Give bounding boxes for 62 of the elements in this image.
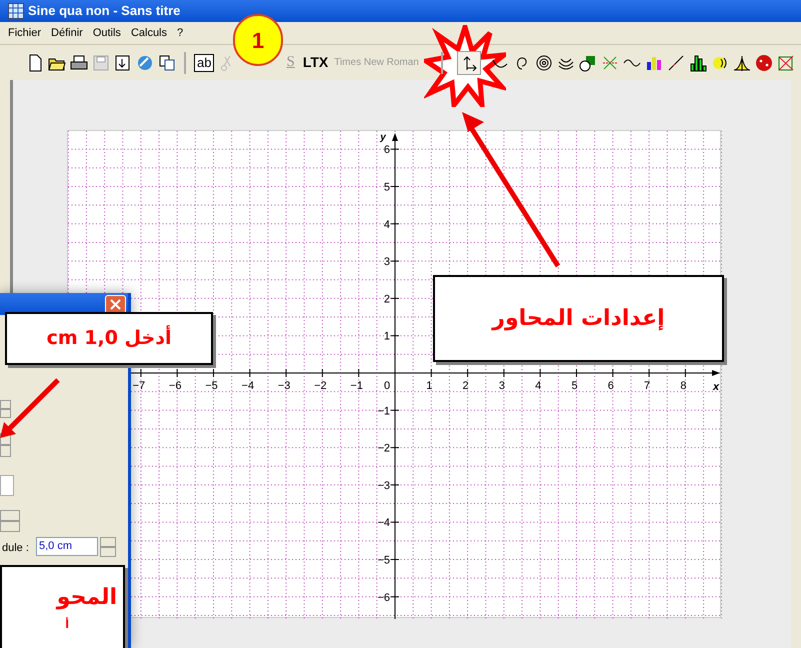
tick-label: 2 (384, 293, 390, 306)
shape-icon[interactable] (578, 54, 597, 72)
lines-icon[interactable] (776, 54, 795, 72)
tick-label: 4 (535, 380, 542, 392)
tick-label: 5 (384, 182, 390, 194)
histogram-icon[interactable] (688, 54, 707, 72)
callout: إعدادات المحاور (433, 275, 724, 362)
input-field[interactable] (0, 475, 14, 496)
arrow (0, 376, 62, 438)
menu-item[interactable]: Calculs (126, 24, 172, 42)
copy-icon[interactable] (158, 54, 176, 72)
scatter-icon[interactable] (600, 54, 619, 72)
print-icon[interactable] (70, 54, 88, 72)
menu-item[interactable]: Fichier (4, 24, 46, 42)
tick-label: −7 (132, 380, 146, 392)
tick-label: −3 (278, 380, 290, 392)
spiral-icon[interactable] (534, 54, 553, 72)
line-icon[interactable] (666, 54, 685, 72)
tick-label: 4 (384, 218, 390, 231)
tick-label: −4 (377, 517, 390, 530)
tick-label: −2 (314, 380, 327, 392)
menu-item[interactable]: Définir (47, 24, 87, 42)
tick-label: 7 (644, 380, 650, 392)
tick-label: 5 (571, 380, 578, 392)
tick-label: −5 (377, 554, 390, 566)
bell-curve-icon[interactable] (732, 54, 751, 72)
field-label: dule : (2, 541, 29, 556)
callout-text: أ (65, 619, 69, 631)
window-title: Sine qua non - Sans titre (28, 2, 180, 20)
tick-label: −1 (350, 380, 363, 392)
tick-label: 3 (384, 256, 390, 268)
close-icon (110, 299, 121, 310)
tick-label: −4 (242, 380, 254, 392)
tick-label: 6 (608, 380, 614, 392)
tick-label: 6 (384, 144, 390, 156)
tick-label: 8 (680, 380, 686, 392)
badge: 1 (233, 14, 283, 66)
dice-icon[interactable] (754, 54, 773, 72)
tick-label: −5 (205, 380, 218, 392)
callout: أدخل 1,0 cm (5, 312, 213, 365)
axis-label: x (712, 381, 720, 393)
tick-label: 0 (384, 380, 390, 392)
tick-label: 3 (498, 380, 505, 392)
tick-label: −3 (377, 480, 390, 492)
starburst-icon (424, 25, 506, 107)
input-field[interactable]: 5,0 cm (36, 537, 98, 556)
latex-button[interactable]: LTX (300, 52, 330, 73)
menu-item[interactable]: ? (173, 24, 188, 42)
tick-label: 1 (426, 380, 432, 392)
callout-text: المحو (56, 585, 117, 611)
tick-label: −6 (377, 592, 390, 604)
export-icon[interactable] (114, 54, 132, 72)
tick-label: 2 (462, 380, 469, 392)
text-tool-button[interactable]: ab (194, 54, 214, 72)
tick-label: −2 (377, 442, 390, 455)
grid-app-icon (8, 3, 24, 19)
tick-label: −6 (168, 380, 182, 392)
tick-label: 1 (384, 330, 390, 343)
tick-label: −1 (377, 405, 390, 418)
axis-label: y (380, 132, 386, 143)
axes-settings-button[interactable] (456, 50, 481, 74)
menu-item[interactable]: Outils (88, 24, 125, 42)
